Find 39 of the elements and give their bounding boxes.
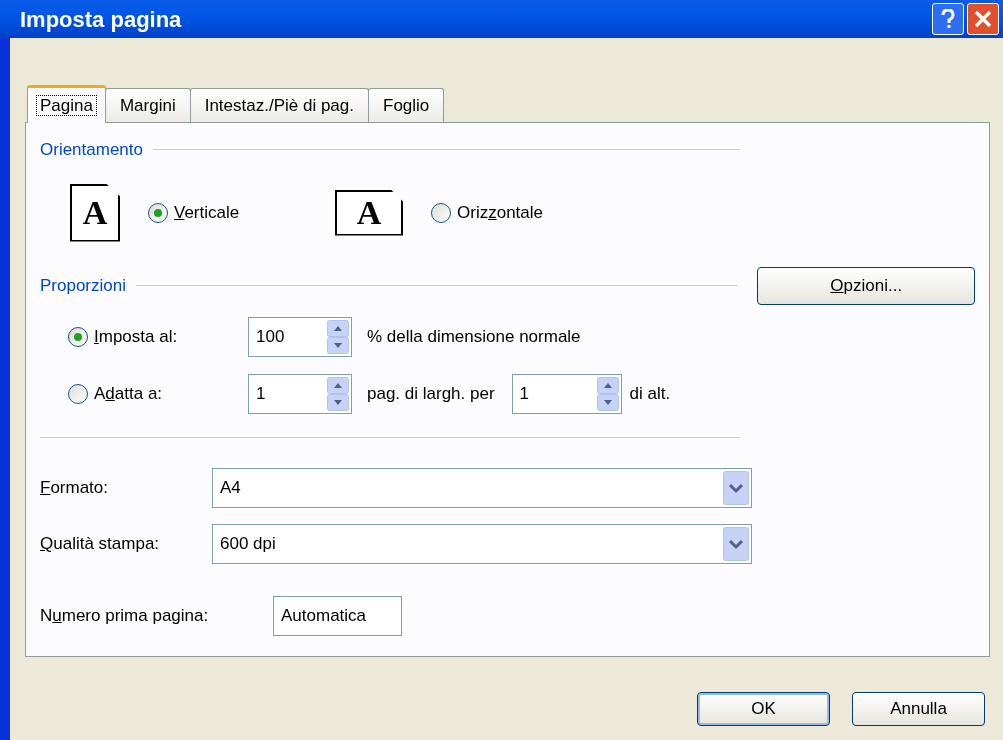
tab[interactable]: Foglio bbox=[368, 88, 445, 122]
tab[interactable]: Pagina bbox=[27, 85, 106, 123]
dropdown-field[interactable]: 600 dpi bbox=[212, 523, 752, 564]
close-button[interactable] bbox=[967, 3, 999, 35]
radio-button[interactable] bbox=[68, 326, 88, 347]
landscape-page-icon: A bbox=[335, 189, 403, 236]
options-button[interactable]: Opzioni... bbox=[757, 266, 975, 305]
spin-arrows-icon[interactable] bbox=[596, 376, 619, 411]
dialog-button[interactable]: Annulla bbox=[852, 692, 985, 726]
group-title: Orientamento bbox=[40, 139, 143, 161]
spin-field[interactable]: 1 bbox=[248, 373, 352, 414]
dropdown-field[interactable]: A4 bbox=[212, 467, 752, 508]
window-title: Imposta pagina bbox=[20, 5, 183, 34]
group-title: Proporzioni bbox=[40, 274, 126, 297]
dialog-button[interactable]: OK bbox=[697, 692, 830, 726]
field-label: Formato: bbox=[40, 477, 109, 497]
help-button[interactable] bbox=[932, 3, 964, 35]
spin-field[interactable]: 1 bbox=[511, 373, 622, 414]
field-suffix: pag. di largh. per bbox=[367, 382, 495, 405]
field-suffix: di alt. bbox=[629, 382, 671, 405]
help-icon bbox=[941, 9, 955, 29]
radio-label: Adatta a: bbox=[94, 382, 163, 405]
radio-label: Orizzontale bbox=[457, 201, 543, 224]
close-icon bbox=[974, 10, 992, 28]
spin-field[interactable]: 100 bbox=[248, 316, 352, 357]
tab[interactable]: Intestaz./Piè di pag. bbox=[189, 88, 369, 122]
spin-arrows-icon[interactable] bbox=[327, 319, 349, 354]
field-label: Numero prima pagina: bbox=[40, 605, 209, 625]
radio-button[interactable] bbox=[431, 202, 451, 223]
radio-label: Imposta al: bbox=[94, 325, 178, 348]
portrait-page-icon: A bbox=[70, 183, 120, 242]
tab[interactable]: Margini bbox=[104, 88, 191, 122]
field-label: Qualità stampa: bbox=[40, 533, 160, 553]
radio-label: Verticale bbox=[174, 201, 240, 224]
text-field[interactable]: Automatica bbox=[273, 595, 402, 636]
radio-button[interactable] bbox=[68, 383, 88, 404]
radio-button[interactable] bbox=[148, 202, 168, 223]
spin-arrows-icon[interactable] bbox=[327, 376, 349, 411]
field-suffix: % della dimensione normale bbox=[367, 325, 581, 348]
